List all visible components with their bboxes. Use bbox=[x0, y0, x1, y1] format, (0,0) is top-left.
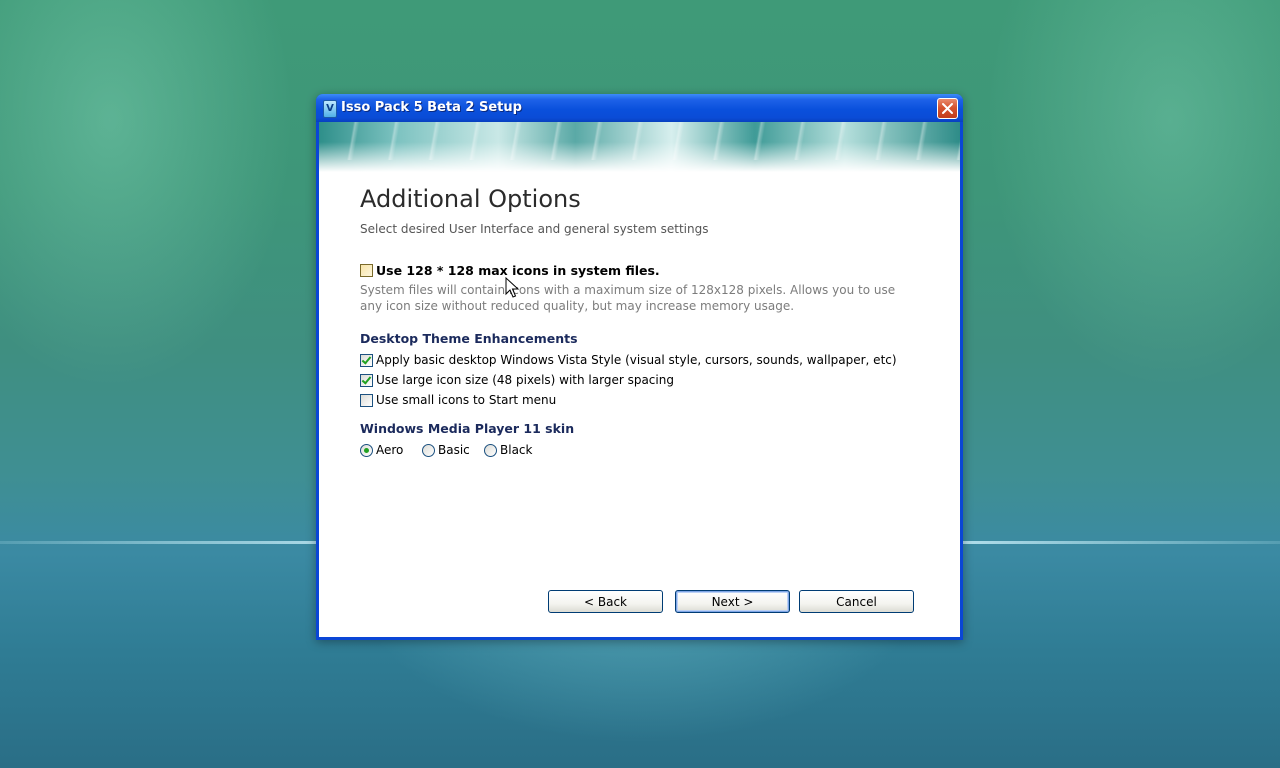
vista-style-checkbox[interactable] bbox=[360, 354, 373, 367]
small-start-icons-label[interactable]: Use small icons to Start menu bbox=[376, 393, 556, 407]
small-start-icons-checkbox[interactable] bbox=[360, 394, 373, 407]
wmp-skin-black-radio[interactable] bbox=[484, 444, 497, 457]
vista-style-label[interactable]: Apply basic desktop Windows Vista Style … bbox=[376, 353, 897, 367]
close-button[interactable] bbox=[937, 98, 958, 119]
cancel-button[interactable]: Cancel bbox=[799, 590, 914, 613]
icons-128-description: System files will contain icons with a m… bbox=[360, 283, 896, 313]
page-title: Additional Options bbox=[360, 185, 581, 213]
installer-icon: V bbox=[323, 100, 337, 118]
wmp-skin-aero-label[interactable]: Aero bbox=[376, 443, 403, 457]
wmp-skin-section-title: Windows Media Player 11 skin bbox=[360, 421, 575, 436]
icons-128-checkbox[interactable] bbox=[360, 264, 373, 277]
wizard-content: Additional Options Select desired User I… bbox=[319, 122, 960, 637]
wmp-skin-aero-radio[interactable] bbox=[360, 444, 373, 457]
wmp-skin-basic-radio[interactable] bbox=[422, 444, 435, 457]
large-icons-checkbox[interactable] bbox=[360, 374, 373, 387]
next-button[interactable]: Next > bbox=[675, 590, 790, 613]
desktop-theme-section-title: Desktop Theme Enhancements bbox=[360, 331, 578, 346]
wmp-skin-black-label[interactable]: Black bbox=[500, 443, 532, 457]
page-subtitle: Select desired User Interface and genera… bbox=[360, 222, 709, 236]
wmp-skin-basic-label[interactable]: Basic bbox=[438, 443, 470, 457]
mouse-pointer-icon bbox=[505, 277, 519, 298]
large-icons-label[interactable]: Use large icon size (48 pixels) with lar… bbox=[376, 373, 674, 387]
window-title: Isso Pack 5 Beta 2 Setup bbox=[341, 100, 522, 115]
icons-128-label[interactable]: Use 128 * 128 max icons in system files. bbox=[376, 263, 660, 278]
back-button[interactable]: < Back bbox=[548, 590, 663, 613]
title-bar[interactable]: V Isso Pack 5 Beta 2 Setup bbox=[316, 94, 963, 122]
close-icon bbox=[942, 103, 953, 114]
